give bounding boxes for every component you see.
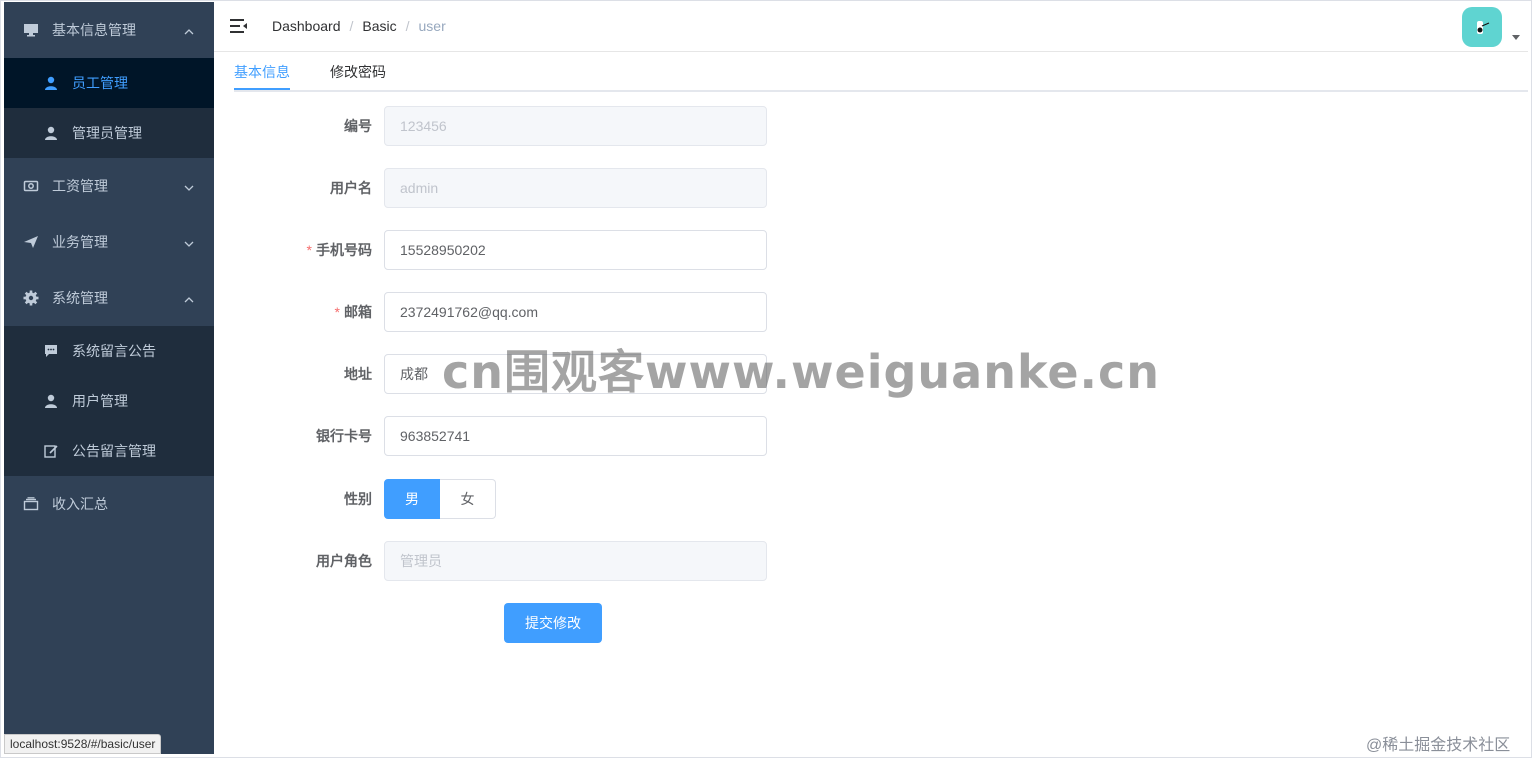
- menu-salary[interactable]: 工资管理: [4, 158, 214, 214]
- menu-basic-info[interactable]: 基本信息管理: [4, 2, 214, 58]
- menu-label: 系统管理: [52, 290, 108, 306]
- box-icon: [22, 495, 40, 513]
- navbar: Dashboard / Basic / user: [214, 2, 1528, 52]
- form-row-username: 用户名: [234, 168, 774, 208]
- sidebar-item-employee[interactable]: 员工管理: [4, 58, 214, 108]
- user-icon: [42, 124, 60, 142]
- message-icon: [42, 342, 60, 360]
- form-row-gender: 性别 男 女: [234, 479, 774, 519]
- phone-label-text: 手机号码: [316, 242, 372, 258]
- menu-label: 收入汇总: [52, 496, 108, 512]
- phone-field[interactable]: [384, 230, 767, 270]
- form-row-bank: 银行卡号: [234, 416, 774, 456]
- menu-system[interactable]: 系统管理: [4, 270, 214, 326]
- sidebar-item-users[interactable]: 用户管理: [4, 376, 214, 426]
- chevron-down-icon: [184, 180, 194, 191]
- bank-card-field[interactable]: [384, 416, 767, 456]
- breadcrumb-separator: /: [349, 18, 354, 34]
- avatar[interactable]: [1462, 7, 1502, 47]
- email-field[interactable]: [384, 292, 767, 332]
- breadcrumb-separator: /: [405, 18, 410, 34]
- gear-icon: [22, 289, 40, 307]
- status-url: localhost:9528/#/basic/user: [4, 734, 162, 754]
- tabs: 基本信息 修改密码: [234, 52, 1528, 92]
- id-field: [384, 106, 767, 146]
- form-row-address: 地址: [234, 354, 774, 394]
- submenu-basic-info: 员工管理 管理员管理: [4, 58, 214, 158]
- email-label-text: 邮箱: [344, 304, 372, 320]
- submit-button[interactable]: 提交修改: [504, 603, 602, 643]
- hamburger-icon[interactable]: [230, 18, 248, 34]
- email-label: * 邮箱: [335, 292, 372, 332]
- menu-income[interactable]: 收入汇总: [4, 476, 214, 532]
- corner-watermark: @稀土掘金技术社区: [1366, 737, 1511, 754]
- form-row-email: * 邮箱: [234, 292, 774, 332]
- gender-male-button[interactable]: 男: [384, 479, 440, 519]
- sidebar-item-announcement[interactable]: 公告留言管理: [4, 426, 214, 476]
- menu-label: 基本信息管理: [52, 22, 136, 38]
- address-label: 地址: [344, 366, 372, 382]
- menu-label: 业务管理: [52, 234, 108, 250]
- breadcrumb-basic[interactable]: Basic: [362, 18, 396, 34]
- username-label: 用户名: [330, 180, 372, 196]
- username-field: [384, 168, 767, 208]
- address-field[interactable]: [384, 354, 767, 394]
- user-icon: [42, 74, 60, 92]
- monitor-icon: [22, 21, 40, 39]
- role-field: [384, 541, 767, 581]
- form-row-id: 编号: [234, 106, 774, 146]
- sidebar-item-label: 员工管理: [72, 75, 128, 91]
- caret-down-icon[interactable]: [1512, 35, 1520, 40]
- phone-label: * 手机号码: [307, 230, 372, 270]
- id-label: 编号: [344, 118, 372, 134]
- gender-label: 性别: [344, 491, 372, 507]
- required-mark: *: [306, 242, 312, 258]
- user-icon: [42, 392, 60, 410]
- required-mark: *: [334, 304, 340, 320]
- form-row-phone: * 手机号码: [234, 230, 774, 270]
- chevron-up-icon: [184, 292, 194, 303]
- menu-business[interactable]: 业务管理: [4, 214, 214, 270]
- sidebar-item-label: 公告留言管理: [72, 443, 156, 459]
- menu-label: 工资管理: [52, 178, 108, 194]
- chevron-up-icon: [184, 24, 194, 35]
- tab-basic-info[interactable]: 基本信息: [234, 62, 290, 90]
- breadcrumb: Dashboard / Basic / user: [272, 18, 446, 34]
- breadcrumb-current: user: [418, 18, 446, 34]
- sidebar-item-label: 系统留言公告: [72, 343, 156, 359]
- sidebar-item-label: 用户管理: [72, 393, 128, 409]
- submenu-system: 系统留言公告 用户管理 公告留言管理: [4, 326, 214, 476]
- sidebar: 基本信息管理 员工管理 管理员管理 工资管理 业务管理 系统管理 系统留言公告: [4, 2, 214, 754]
- form-row-role: 用户角色: [234, 541, 774, 581]
- breadcrumb-dashboard[interactable]: Dashboard: [272, 18, 341, 34]
- sidebar-item-notice[interactable]: 系统留言公告: [4, 326, 214, 376]
- sidebar-item-admin[interactable]: 管理员管理: [4, 108, 214, 158]
- gender-radio-group: 男 女: [384, 479, 496, 519]
- role-label: 用户角色: [316, 553, 372, 569]
- gender-female-button[interactable]: 女: [440, 479, 496, 519]
- money-icon: [22, 177, 40, 195]
- edit-icon: [42, 442, 60, 460]
- sidebar-item-label: 管理员管理: [72, 125, 142, 141]
- tab-change-password[interactable]: 修改密码: [330, 62, 386, 90]
- bank-label: 银行卡号: [316, 428, 372, 444]
- send-icon: [22, 233, 40, 251]
- chevron-down-icon: [184, 236, 194, 247]
